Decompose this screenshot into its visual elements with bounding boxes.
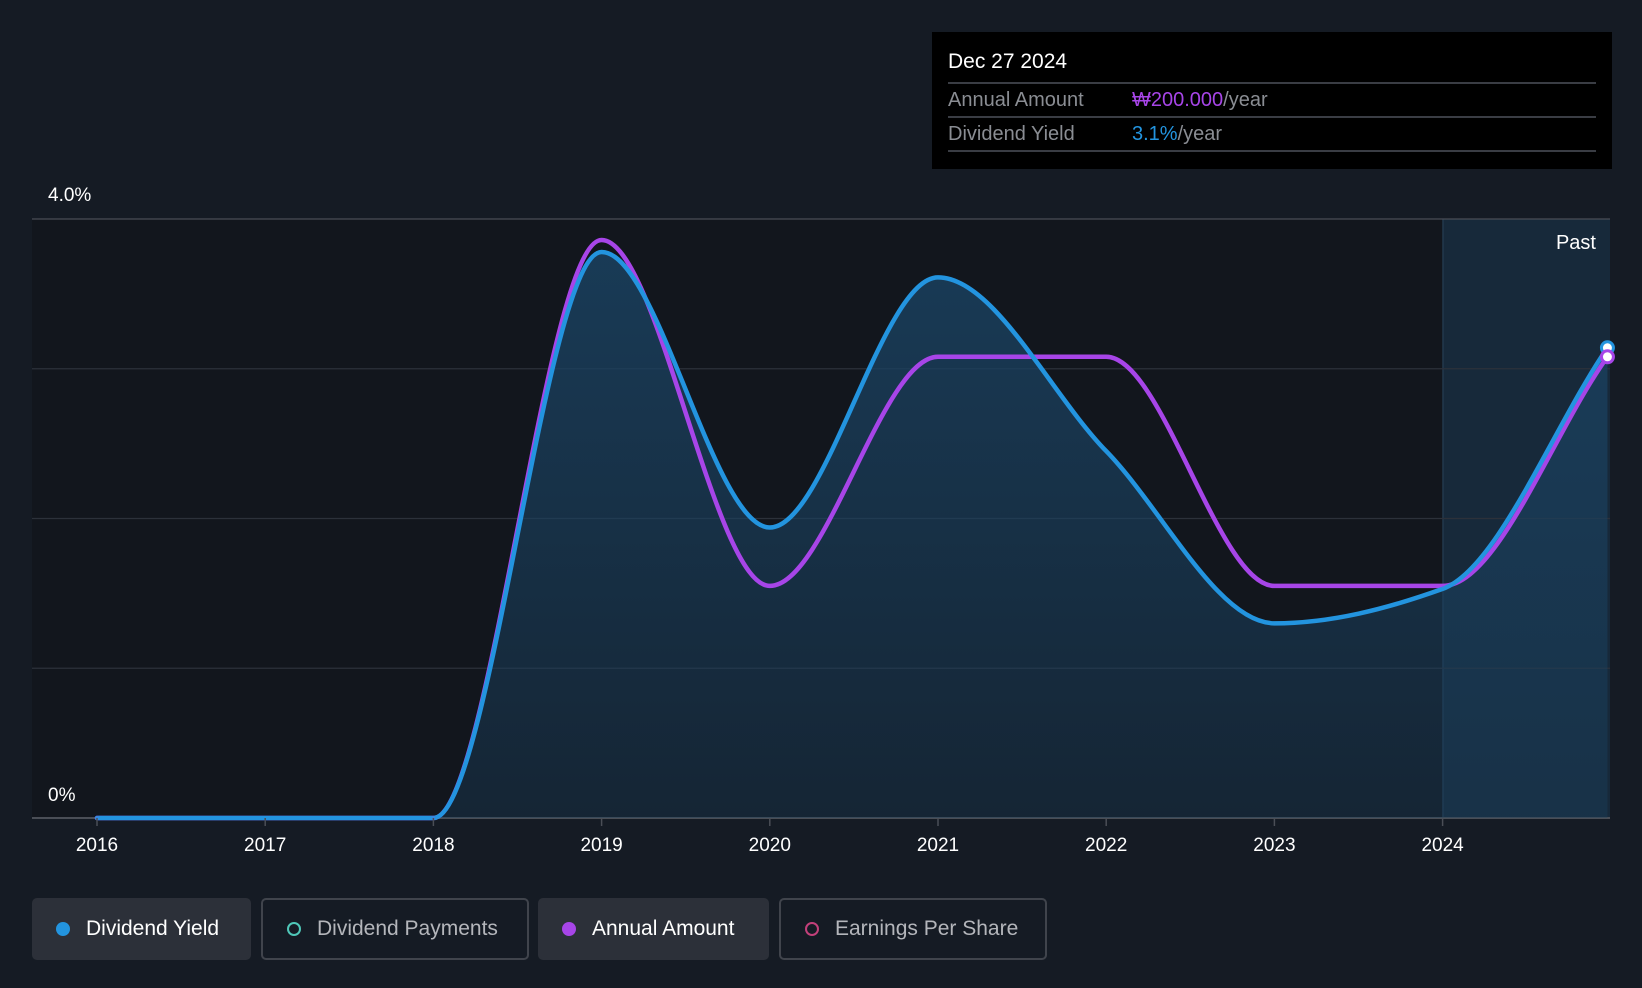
- past-label: Past: [1556, 232, 1596, 254]
- legend-label: Dividend Yield: [86, 917, 220, 940]
- tooltip-row-dividend-yield: Dividend Yield 3.1%/year: [948, 116, 1596, 151]
- filled-dot-icon: [56, 922, 70, 936]
- tooltip-date: Dec 27 2024: [948, 50, 1068, 73]
- x-tick-label: 2016: [76, 835, 118, 856]
- x-tick-label: 2023: [1253, 835, 1295, 856]
- tooltip-label: Annual Amount: [948, 89, 1084, 111]
- legend-label: Dividend Payments: [317, 917, 498, 940]
- tooltip-value: 3.1%: [1132, 123, 1178, 145]
- tooltip-unit: /year: [1223, 89, 1268, 111]
- x-tick-label: 2024: [1421, 835, 1464, 856]
- tooltip: Dec 27 2024 Annual Amount ₩200.000/year D…: [932, 32, 1612, 169]
- y-tick-label-top: 4.0%: [48, 185, 91, 206]
- y-tick-label-bottom: 0%: [48, 785, 76, 806]
- hollow-dot-icon: [805, 922, 819, 936]
- tooltip-value: ₩200.000: [1132, 89, 1224, 111]
- legend-dividend-yield[interactable]: Dividend Yield: [32, 898, 251, 960]
- x-tick-label: 2019: [580, 835, 622, 856]
- tooltip-unit: /year: [1177, 123, 1223, 145]
- x-tick-label: 2021: [917, 835, 959, 856]
- hollow-dot-icon: [287, 922, 301, 936]
- annual-amount-point: [1599, 349, 1615, 365]
- legend-label: Annual Amount: [592, 917, 735, 940]
- legend-annual-amount[interactable]: Annual Amount: [538, 898, 769, 960]
- tooltip-row-annual-amount: Annual Amount ₩200.000/year: [948, 82, 1596, 117]
- tooltip-divider: [948, 150, 1596, 152]
- filled-dot-icon: [562, 922, 576, 936]
- legend-earnings-per-share[interactable]: Earnings Per Share: [779, 898, 1047, 960]
- x-tick-label: 2017: [244, 835, 286, 856]
- tooltip-label: Dividend Yield: [948, 123, 1075, 145]
- x-tick-label: 2020: [749, 835, 791, 856]
- x-tick-label: 2018: [412, 835, 454, 856]
- x-tick-label: 2022: [1085, 835, 1127, 856]
- legend-label: Earnings Per Share: [835, 917, 1019, 940]
- legend-dividend-payments[interactable]: Dividend Payments: [261, 898, 529, 960]
